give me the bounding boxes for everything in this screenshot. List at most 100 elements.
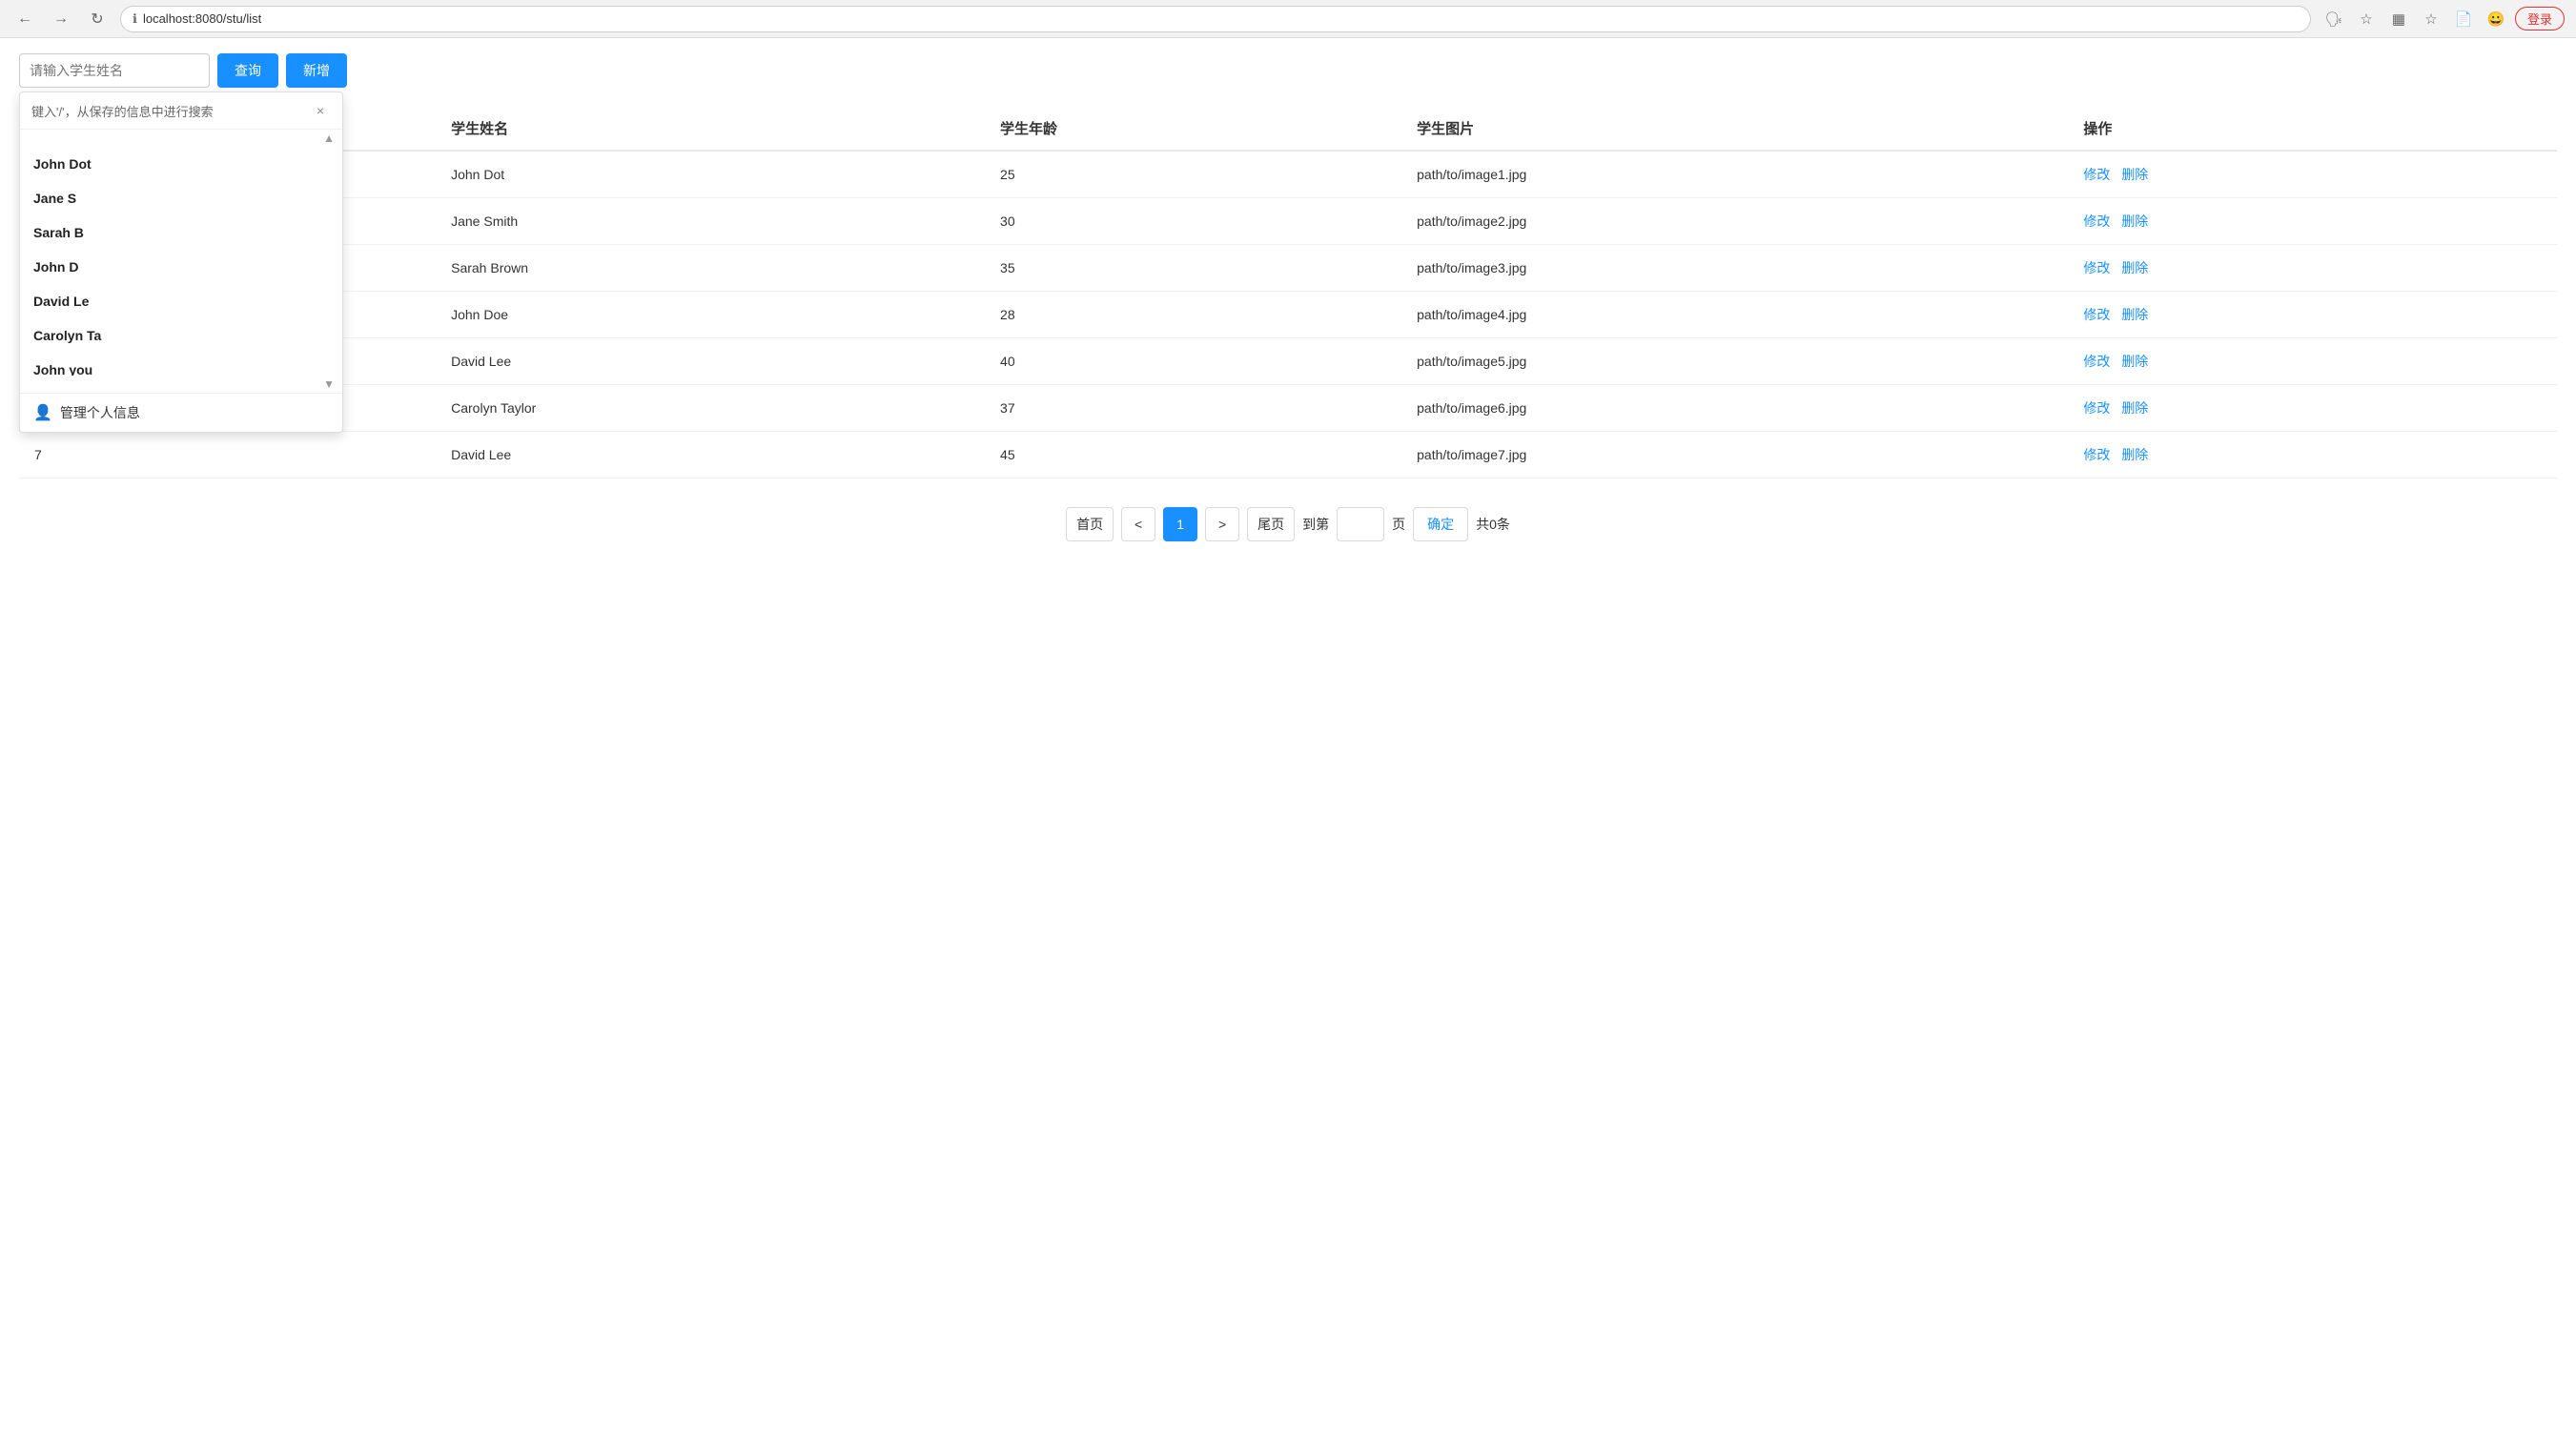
cell-age: 25: [985, 151, 1401, 198]
cell-image: path/to/image5.jpg: [1401, 338, 2068, 385]
table-row: 7 David Lee 45 path/to/image7.jpg 修改 删除: [19, 432, 2557, 478]
edit-link[interactable]: 修改: [2083, 307, 2110, 322]
cell-image: path/to/image7.jpg: [1401, 432, 2068, 478]
cell-name: David Lee: [436, 338, 985, 385]
delete-link[interactable]: 删除: [2121, 167, 2148, 182]
table-row: 1 John Dot 25 path/to/image1.jpg 修改 删除: [19, 151, 2557, 198]
autocomplete-item[interactable]: David Le: [20, 284, 342, 318]
page-content: 查询 新增 键入'/'，从保存的信息中进行搜索 × ▲ John Dot Jan…: [0, 38, 2576, 557]
cell-actions: 修改 删除: [2068, 151, 2557, 198]
cell-age: 37: [985, 385, 1401, 432]
cell-image: path/to/image4.jpg: [1401, 292, 2068, 338]
edit-link[interactable]: 修改: [2083, 167, 2110, 182]
pagination: 首页 < 1 > 尾页 到第 页 确定 共0条: [19, 507, 2557, 541]
bookmark-button[interactable]: ☆: [2353, 6, 2380, 32]
col-header-age: 学生年龄: [985, 107, 1401, 151]
edit-link[interactable]: 修改: [2083, 447, 2110, 462]
page-label: 页: [1392, 515, 1405, 534]
autocomplete-close-button[interactable]: ×: [310, 100, 331, 121]
delete-link[interactable]: 删除: [2121, 354, 2148, 369]
table-row: 3 Sarah Brown 35 path/to/image3.jpg 修改 删…: [19, 245, 2557, 292]
cell-image: path/to/image1.jpg: [1401, 151, 2068, 198]
edit-link[interactable]: 修改: [2083, 400, 2110, 416]
edit-link[interactable]: 修改: [2083, 214, 2110, 229]
delete-link[interactable]: 删除: [2121, 214, 2148, 229]
delete-link[interactable]: 删除: [2121, 260, 2148, 275]
total-count: 共0条: [1476, 515, 1510, 534]
browser-chrome: ← → ↻ ℹ localhost:8080/stu/list 🗣 ☆ ▦ ☆ …: [0, 0, 2576, 38]
profile-button[interactable]: 😀: [2483, 6, 2509, 32]
scroll-up-indicator: ▲: [20, 130, 342, 147]
refresh-button[interactable]: ↻: [84, 6, 111, 32]
add-button[interactable]: 新增: [286, 53, 347, 88]
first-page-button[interactable]: 首页: [1066, 507, 1114, 541]
manage-profile-footer[interactable]: 👤 管理个人信息: [20, 393, 342, 432]
toolbar: 查询 新增 键入'/'，从保存的信息中进行搜索 × ▲ John Dot Jan…: [19, 53, 2557, 88]
table-header-row: 学生编号 学生姓名 学生年龄 学生图片 操作: [19, 107, 2557, 151]
cell-actions: 修改 删除: [2068, 432, 2557, 478]
autocomplete-item[interactable]: Carolyn Ta: [20, 318, 342, 353]
search-input[interactable]: [19, 53, 210, 88]
table-row: 2 Jane Smith 30 path/to/image2.jpg 修改 删除: [19, 198, 2557, 245]
reader-view-button[interactable]: 🗣: [2320, 6, 2347, 32]
table-row: 4 John Doe 28 path/to/image4.jpg 修改 删除: [19, 292, 2557, 338]
autocomplete-item[interactable]: John D: [20, 250, 342, 284]
autocomplete-items-container[interactable]: John Dot Jane S Sarah B John D David Le …: [20, 147, 342, 376]
autocomplete-dropdown: 键入'/'，从保存的信息中进行搜索 × ▲ John Dot Jane S Sa…: [19, 92, 343, 433]
cell-name: Carolyn Taylor: [436, 385, 985, 432]
delete-link[interactable]: 删除: [2121, 307, 2148, 322]
scroll-down-arrow: ▼: [323, 377, 335, 391]
cell-name: Jane Smith: [436, 198, 985, 245]
table-row: 6 Carolyn Taylor 37 path/to/image6.jpg 修…: [19, 385, 2557, 432]
cell-image: path/to/image6.jpg: [1401, 385, 2068, 432]
col-header-image: 学生图片: [1401, 107, 2068, 151]
cell-actions: 修改 删除: [2068, 245, 2557, 292]
col-header-name: 学生姓名: [436, 107, 985, 151]
security-icon: ℹ: [133, 11, 137, 27]
url-bar[interactable]: ℹ localhost:8080/stu/list: [120, 6, 2311, 32]
cell-id: 7: [19, 432, 436, 478]
cell-name: John Doe: [436, 292, 985, 338]
collection-button[interactable]: 📄: [2450, 6, 2477, 32]
url-text: localhost:8080/stu/list: [143, 11, 261, 26]
cell-actions: 修改 删除: [2068, 198, 2557, 245]
autocomplete-header: 键入'/'，从保存的信息中进行搜索 ×: [20, 92, 342, 130]
goto-confirm-button[interactable]: 确定: [1413, 507, 1468, 541]
cell-age: 40: [985, 338, 1401, 385]
student-table-container: 学生编号 学生姓名 学生年龄 学生图片 操作 1 John Dot 25 pat…: [19, 107, 2557, 478]
cell-image: path/to/image2.jpg: [1401, 198, 2068, 245]
autocomplete-item[interactable]: John Dot: [20, 147, 342, 181]
query-button[interactable]: 查询: [217, 53, 278, 88]
cell-name: Sarah Brown: [436, 245, 985, 292]
scroll-down-indicator: ▼: [20, 376, 342, 393]
autocomplete-item[interactable]: Jane S: [20, 181, 342, 215]
cell-actions: 修改 删除: [2068, 385, 2557, 432]
autocomplete-hint: 键入'/'，从保存的信息中进行搜索: [31, 102, 214, 120]
edit-link[interactable]: 修改: [2083, 260, 2110, 275]
cell-age: 28: [985, 292, 1401, 338]
profile-manage-icon: 👤: [33, 403, 52, 422]
col-header-actions: 操作: [2068, 107, 2557, 151]
forward-button[interactable]: →: [48, 6, 74, 32]
prev-page-button[interactable]: <: [1121, 507, 1155, 541]
cell-age: 45: [985, 432, 1401, 478]
edit-link[interactable]: 修改: [2083, 354, 2110, 369]
autocomplete-item[interactable]: John you: [20, 353, 342, 376]
next-page-button[interactable]: >: [1205, 507, 1239, 541]
current-page-button[interactable]: 1: [1163, 507, 1197, 541]
last-page-button[interactable]: 尾页: [1247, 507, 1295, 541]
cell-age: 30: [985, 198, 1401, 245]
cell-image: path/to/image3.jpg: [1401, 245, 2068, 292]
delete-link[interactable]: 删除: [2121, 400, 2148, 416]
scroll-up-arrow: ▲: [323, 132, 335, 145]
login-button[interactable]: 登录: [2515, 7, 2565, 31]
cell-actions: 修改 删除: [2068, 292, 2557, 338]
goto-page-input[interactable]: [1337, 507, 1384, 541]
autocomplete-item[interactable]: Sarah B: [20, 215, 342, 250]
delete-link[interactable]: 删除: [2121, 447, 2148, 462]
back-button[interactable]: ←: [11, 6, 38, 32]
split-view-button[interactable]: ▦: [2385, 6, 2412, 32]
favorites-button[interactable]: ☆: [2418, 6, 2444, 32]
cell-name: John Dot: [436, 151, 985, 198]
manage-profile-label: 管理个人信息: [60, 403, 140, 422]
